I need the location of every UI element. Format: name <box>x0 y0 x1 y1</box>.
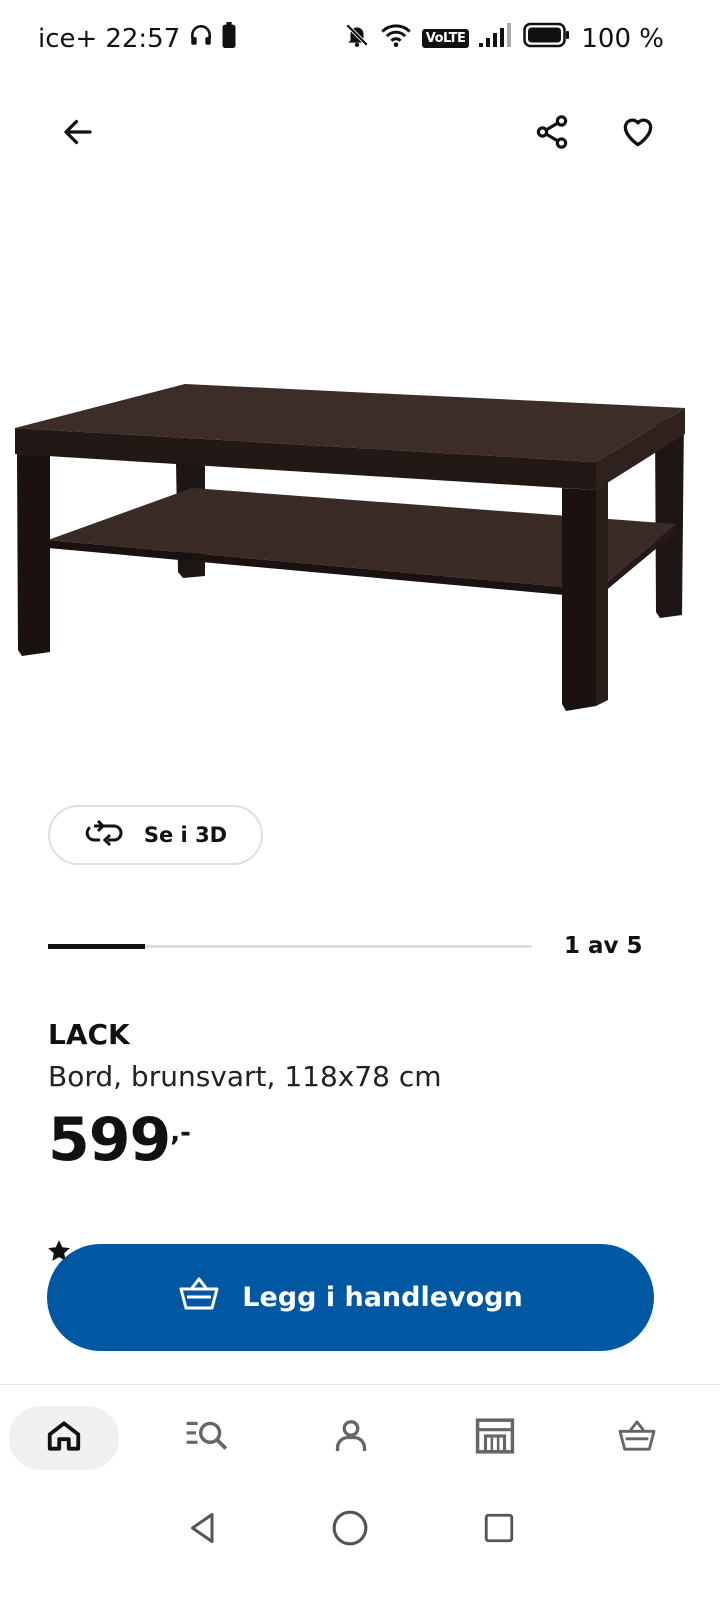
see-3d-button[interactable]: Se i 3D <box>48 805 263 865</box>
product-name: LACK <box>48 1018 130 1051</box>
system-recents-button[interactable] <box>474 1505 524 1555</box>
device-battery-icon <box>222 22 236 55</box>
search-list-icon <box>185 1417 229 1459</box>
nav-home[interactable] <box>9 1406 119 1470</box>
favorite-button[interactable] <box>606 102 670 166</box>
gallery-progress-fill <box>48 944 145 949</box>
clock: 22:57 <box>105 23 181 54</box>
gallery-progress <box>48 944 532 949</box>
status-right: VoLTE 100 % <box>344 22 664 55</box>
arrow-left-icon <box>60 114 96 154</box>
table-illustration <box>15 384 685 711</box>
profile-icon <box>333 1417 369 1459</box>
basket-icon <box>178 1276 220 1319</box>
product-price: 599 ,- <box>48 1110 191 1170</box>
add-to-cart-button[interactable]: Legg i handlevogn <box>47 1244 654 1351</box>
signal-icon <box>479 23 513 54</box>
home-icon <box>45 1417 83 1459</box>
status-bar: ice+ 22:57 VoLTE 100 % <box>0 0 720 84</box>
rotate-3d-icon <box>84 819 124 851</box>
square-recents-icon <box>482 1511 516 1549</box>
circle-home-icon <box>331 1509 369 1551</box>
system-home-button[interactable] <box>325 1505 375 1555</box>
price-integer: 599 <box>48 1105 171 1175</box>
nav-store[interactable] <box>440 1406 550 1470</box>
mute-bell-icon <box>344 22 370 55</box>
carrier-label: ice+ <box>38 23 98 54</box>
nav-search[interactable] <box>152 1406 262 1470</box>
status-left: ice+ 22:57 <box>38 22 236 55</box>
see-3d-label: Se i 3D <box>143 823 228 847</box>
battery-icon <box>523 22 571 55</box>
system-back-button[interactable] <box>178 1505 228 1555</box>
share-icon <box>533 113 571 155</box>
bottom-nav-divider <box>0 1384 720 1385</box>
volte-badge: VoLTE <box>421 29 470 48</box>
heart-icon <box>619 113 657 155</box>
wifi-icon <box>380 22 412 55</box>
product-description: Bord, brunsvart, 118x78 cm <box>48 1060 442 1093</box>
store-icon <box>474 1417 516 1459</box>
headphones-icon <box>188 22 214 55</box>
price-suffix: ,- <box>170 1118 191 1148</box>
add-to-cart-label: Legg i handlevogn <box>242 1282 523 1313</box>
nav-profile[interactable] <box>296 1406 406 1470</box>
cart-icon <box>617 1419 657 1457</box>
share-button[interactable] <box>520 102 584 166</box>
product-image[interactable] <box>0 350 720 750</box>
triangle-back-icon <box>185 1510 221 1550</box>
nav-cart[interactable] <box>582 1406 692 1470</box>
battery-percent: 100 % <box>581 23 664 54</box>
gallery-counter: 1 av 5 <box>564 933 643 959</box>
back-button[interactable] <box>46 102 110 166</box>
